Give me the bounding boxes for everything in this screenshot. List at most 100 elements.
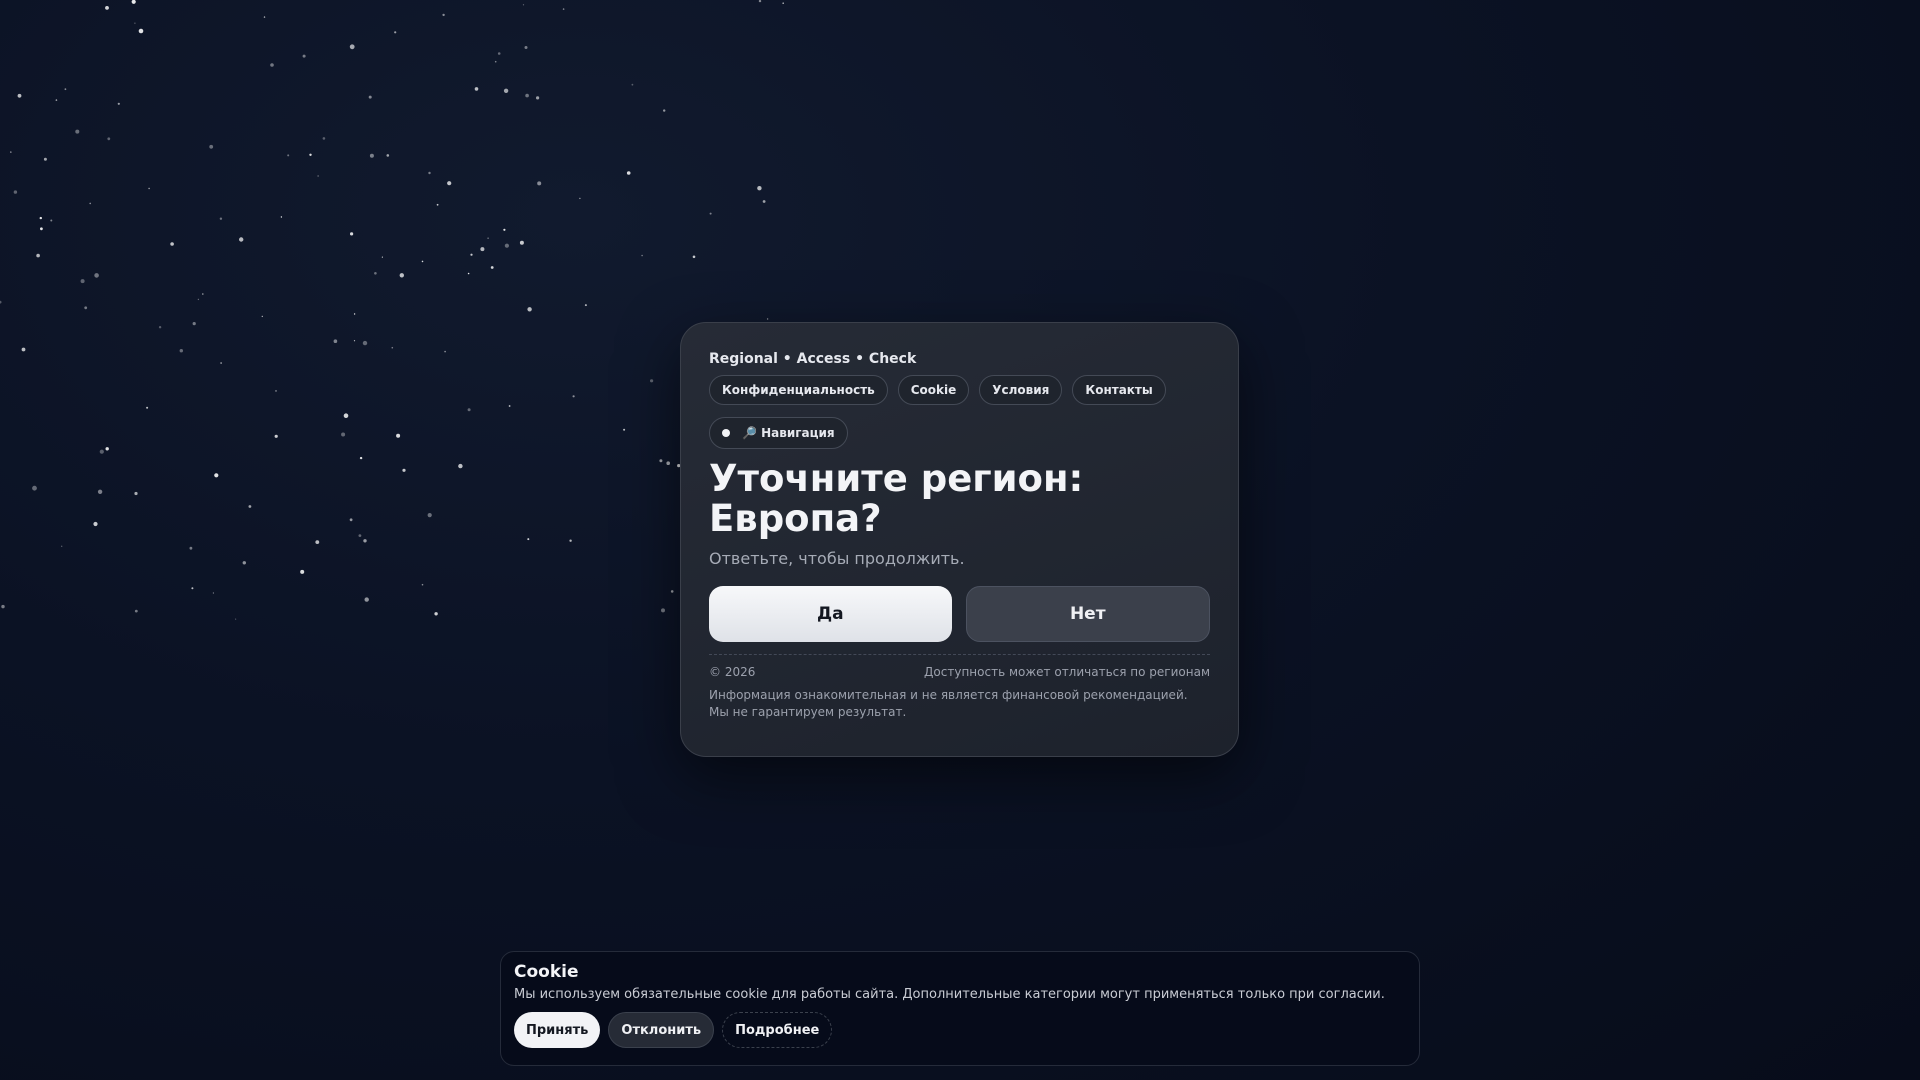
page-title: Уточните регион: Европа? [709, 457, 1084, 540]
star [274, 434, 278, 438]
no-button[interactable]: Нет [965, 586, 1210, 642]
star [362, 340, 368, 346]
star [428, 171, 431, 175]
star [569, 539, 572, 542]
star [220, 362, 222, 364]
accept-cookies-button[interactable]: Принять [514, 1012, 601, 1048]
star [39, 216, 42, 220]
star [280, 216, 283, 218]
star [474, 87, 479, 91]
star [315, 540, 320, 544]
star [623, 428, 626, 431]
star [158, 326, 162, 329]
star [757, 186, 762, 191]
region-check-card: Regional • Access • Check Конфиденциальн… [680, 322, 1239, 757]
star [21, 347, 26, 352]
star [524, 46, 528, 49]
star [490, 266, 494, 269]
star [148, 187, 150, 190]
star [579, 197, 581, 200]
star [659, 459, 663, 463]
star [358, 534, 362, 537]
cookie-details-button[interactable]: Подробнее [722, 1012, 833, 1048]
star [36, 253, 40, 258]
star [349, 518, 353, 522]
star [99, 449, 104, 454]
star [43, 157, 47, 161]
star [396, 433, 401, 438]
star [374, 272, 377, 275]
star [197, 298, 200, 301]
top-nav: Конфиденциальность Cookie Условия Контак… [709, 375, 1210, 405]
star [368, 95, 372, 99]
nav-contacts-link[interactable]: Контакты [1072, 375, 1166, 405]
decline-cookies-button[interactable]: Отклонить [608, 1012, 715, 1048]
divider [709, 654, 1210, 655]
star [248, 505, 252, 508]
star [212, 592, 214, 594]
cookie-actions: Принять Отклонить Подробнее [514, 1012, 1406, 1048]
star [353, 313, 356, 315]
nav-privacy-link[interactable]: Конфиденциальность [709, 375, 888, 405]
answer-actions: Да Нет [709, 586, 1210, 642]
star [562, 8, 565, 10]
star [359, 456, 363, 460]
copyright: © 2026 [709, 665, 756, 679]
star [494, 60, 497, 63]
star [402, 468, 406, 472]
star [349, 44, 355, 50]
star [444, 350, 446, 353]
star [214, 473, 219, 478]
navigation-badge-label: 🔎 Навигация [742, 426, 835, 440]
star [32, 485, 37, 491]
star [527, 538, 530, 541]
navigation-badge: 🔎 Навигация [709, 417, 848, 449]
star [661, 608, 665, 613]
star [766, 318, 769, 320]
star [369, 153, 374, 158]
nav-terms-link[interactable]: Условия [979, 375, 1063, 405]
availability-note: Доступность может отличаться по регионам [924, 665, 1210, 679]
nav-cookie-link[interactable]: Cookie [897, 375, 970, 405]
star [709, 212, 712, 215]
star [138, 28, 144, 34]
star [487, 237, 489, 239]
star [189, 546, 193, 550]
star [663, 109, 666, 112]
star [179, 349, 183, 353]
star [394, 31, 397, 34]
star [641, 254, 643, 257]
yes-button[interactable]: Да [709, 586, 952, 642]
star [10, 151, 12, 153]
star [192, 322, 196, 326]
star [626, 171, 631, 175]
star [442, 13, 445, 17]
star [134, 609, 138, 613]
star [386, 154, 390, 157]
star [302, 54, 306, 58]
star [93, 521, 98, 527]
star [666, 461, 670, 466]
star [522, 4, 525, 6]
star [467, 408, 471, 412]
star [300, 569, 305, 574]
star [504, 243, 509, 248]
disclaimer: Информация ознакомительная и не является… [709, 688, 1188, 719]
star [84, 306, 88, 310]
star [219, 217, 223, 220]
star [497, 52, 501, 55]
card-footer: © 2026 Доступность может отличаться по р… [709, 665, 1210, 679]
star [631, 83, 634, 86]
star [107, 137, 111, 141]
star [525, 93, 529, 98]
cookie-banner: Cookie Мы используем обязательные cookie… [500, 951, 1420, 1066]
star [341, 432, 346, 437]
brand-title: Regional • Access • Check [709, 351, 917, 367]
star [322, 137, 326, 140]
star [470, 253, 473, 256]
star [239, 237, 244, 242]
page-subtitle: Ответьте, чтобы продолжить. [709, 549, 965, 568]
star [134, 491, 138, 496]
star [242, 561, 246, 565]
star [363, 539, 367, 543]
